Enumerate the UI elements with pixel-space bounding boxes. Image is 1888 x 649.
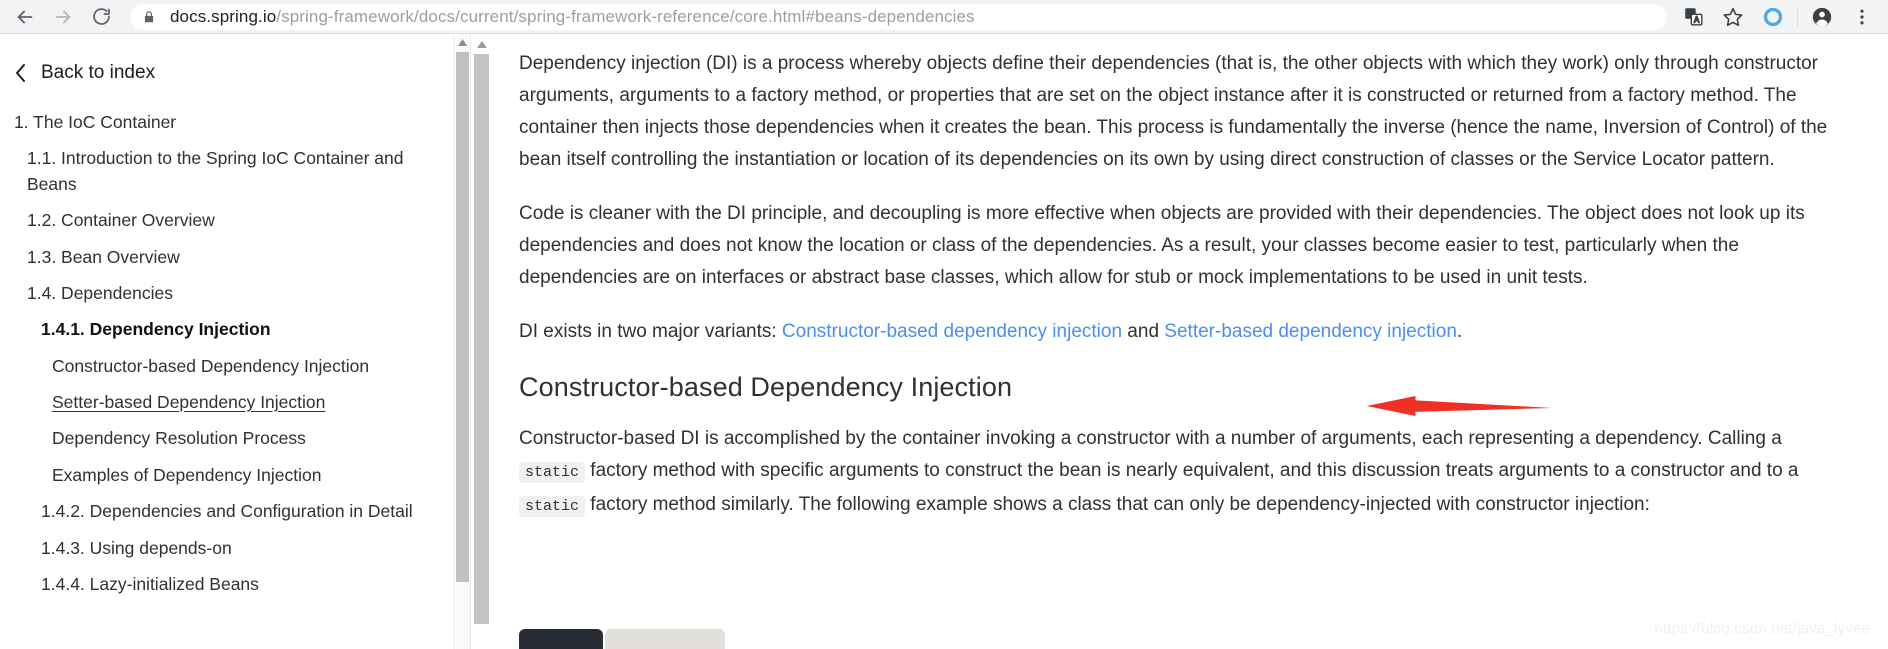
toc-item-label: Setter-based Dependency Injection — [52, 392, 326, 412]
svg-text:A: A — [1693, 16, 1699, 25]
content-scrollbar[interactable] — [471, 34, 493, 649]
inline-code-static-2: static — [519, 496, 586, 517]
paragraph-di-variants: DI exists in two major variants: Constru… — [519, 316, 1848, 348]
paragraph-di-definition: Dependency injection (DI) is a process w… — [519, 53, 1828, 170]
sidebar-scrollbar[interactable] — [453, 34, 470, 649]
forward-arrow-icon — [55, 10, 71, 23]
main-content: Dependency injection (DI) is a process w… — [493, 34, 1888, 649]
toc-item[interactable]: 1.3. Bean Overview — [14, 245, 436, 270]
variants-intro-text: DI exists in two major variants: — [519, 321, 782, 342]
translate-icon[interactable]: 文 A — [1673, 0, 1713, 34]
toc-item[interactable]: Setter-based Dependency Injection — [14, 390, 436, 415]
scroll-up-arrow-icon[interactable] — [454, 34, 470, 51]
sidebar-toc: Back to index 1. The IoC Container 1.1. I… — [0, 34, 470, 649]
toc-item-label: 1.4.1. Dependency Injection — [41, 319, 271, 340]
code-tab-inactive[interactable] — [605, 629, 725, 649]
extension-circle-icon[interactable] — [1753, 0, 1793, 34]
reload-button[interactable] — [82, 0, 120, 34]
link-setter-based-di[interactable]: Setter-based dependency injection — [1164, 321, 1457, 342]
content-scrollbar-thumb[interactable] — [474, 54, 489, 624]
watermark-text: https://blog.csdn.net/java_lyvee — [1654, 620, 1870, 637]
toc-item[interactable]: Constructor-based Dependency Injection — [14, 354, 436, 379]
profile-avatar-icon[interactable] — [1802, 0, 1842, 34]
url-host: docs.spring.io — [170, 6, 277, 26]
browser-toolbar: docs.spring.io/spring-framework/docs/cur… — [0, 0, 1888, 34]
toc-item-label: Constructor-based Dependency Injection — [52, 355, 370, 376]
para3-part-a: Constructor-based DI is accomplished by … — [519, 428, 1782, 449]
toc-item-label: 1.4.3. Using depends-on — [41, 537, 232, 558]
back-to-index-link[interactable]: Back to index — [14, 62, 436, 84]
toc-list: 1. The IoC Container 1.1. Introduction to… — [14, 110, 460, 597]
more-menu-icon[interactable] — [1842, 0, 1882, 34]
para3-part-b: factory method with specific arguments t… — [585, 460, 1799, 481]
back-arrow-icon — [17, 10, 33, 23]
url-text: docs.spring.io/spring-framework/docs/cur… — [170, 7, 975, 27]
variants-end-text: . — [1456, 321, 1463, 342]
lock-icon — [142, 9, 158, 25]
toolbar-divider — [1797, 6, 1798, 27]
paragraph-constructor-di-detail: Constructor-based DI is accomplished by … — [519, 423, 1848, 523]
toc-item-label: 1.1. Introduction to the Spring IoC Cont… — [27, 148, 404, 194]
star-icon[interactable] — [1713, 0, 1753, 34]
back-button[interactable] — [6, 0, 44, 34]
variants-conjunction-text: and — [1122, 321, 1165, 342]
code-tab-active[interactable] — [519, 629, 603, 649]
address-bar[interactable]: docs.spring.io/spring-framework/docs/cur… — [130, 3, 1667, 30]
toc-item[interactable]: 1.2. Container Overview — [14, 208, 436, 233]
toc-item-label: 1.4.4. Lazy-initialized Beans — [41, 573, 259, 594]
para3-part-c: factory method similarly. The following … — [585, 494, 1650, 515]
inline-code-static-1: static — [519, 462, 586, 483]
chevron-left-icon — [14, 63, 27, 83]
toc-item[interactable]: 1.1. Introduction to the Spring IoC Cont… — [14, 146, 436, 197]
content-scroll-up-arrow-icon[interactable] — [474, 36, 490, 52]
section-heading-constructor-based-di: Constructor-based Dependency Injection — [519, 372, 1013, 402]
sidebar-scrollbar-thumb[interactable] — [456, 52, 469, 582]
page-body: Back to index 1. The IoC Container 1.1. I… — [0, 34, 1888, 649]
forward-button[interactable] — [44, 0, 82, 34]
toc-item-label: Dependency Resolution Process — [52, 428, 306, 449]
toc-item-label: Examples of Dependency Injection — [52, 464, 322, 485]
toc-item[interactable]: 1.4.4. Lazy-initialized Beans — [14, 572, 436, 597]
toolbar-actions: 文 A — [1673, 0, 1888, 34]
toc-item-label: 1.3. Bean Overview — [27, 246, 180, 267]
sidebar-content: Back to index 1. The IoC Container 1.1. I… — [0, 34, 470, 597]
toc-item[interactable]: Dependency Resolution Process — [14, 426, 436, 451]
toc-item[interactable]: 1.4.1. Dependency Injection — [14, 317, 460, 345]
toc-item-label: 1.2. Container Overview — [27, 210, 215, 231]
link-constructor-based-di[interactable]: Constructor-based dependency injection — [782, 321, 1122, 342]
toc-item[interactable]: 1.4.2. Dependencies and Configuration in… — [14, 499, 436, 524]
url-path: /spring-framework/docs/current/spring-fr… — [276, 6, 975, 26]
toc-item[interactable]: 1.4.3. Using depends-on — [14, 536, 436, 561]
toc-item-label: 1. The IoC Container — [14, 112, 177, 132]
code-block-tabs — [519, 629, 725, 649]
back-to-index-label: Back to index — [41, 62, 156, 83]
paragraph-di-benefits: Code is cleaner with the DI principle, a… — [519, 203, 1805, 288]
navigation-buttons — [0, 0, 120, 34]
toc-item[interactable]: 1. The IoC Container — [14, 110, 436, 135]
toc-item-label: 1.4. Dependencies — [27, 282, 173, 303]
toc-item-label: 1.4.2. Dependencies and Configuration in… — [41, 501, 413, 522]
reload-icon — [92, 8, 110, 25]
toc-item[interactable]: 1.4. Dependencies — [14, 281, 436, 306]
toc-item[interactable]: Examples of Dependency Injection — [14, 463, 436, 488]
